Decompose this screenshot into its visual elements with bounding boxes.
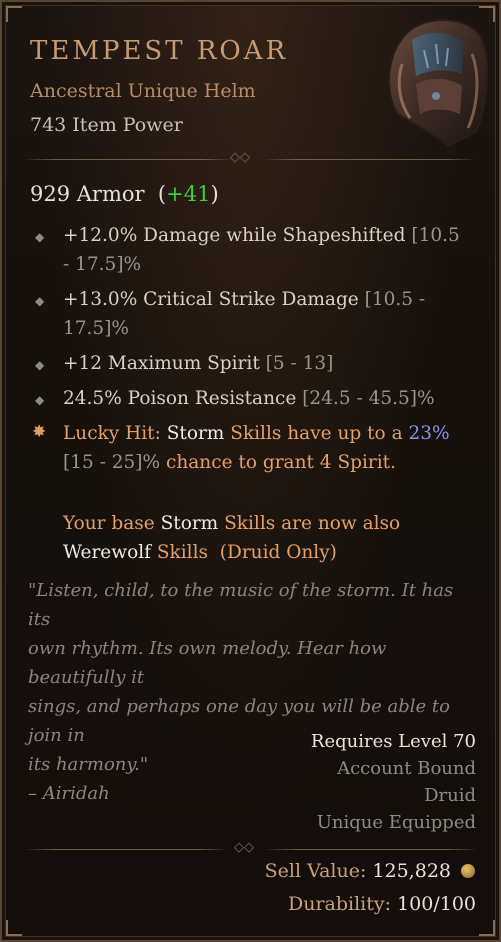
affix-line: 24.5% Poison Resistance [24.5 - 45.5]% xyxy=(63,388,435,409)
divider xyxy=(24,849,229,850)
affix-line: +13.0% Critical Strike Damage [10.5 - 17… xyxy=(63,289,426,339)
affix-bullet-icon: ◆ xyxy=(35,358,45,372)
divider-ornament: ◇◇ xyxy=(234,840,254,855)
affix-line: +12 Maximum Spirit [5 - 13] xyxy=(63,353,334,374)
armor-stat: 929 Armor (+41) xyxy=(30,182,219,206)
armor-value: 929 Armor xyxy=(30,182,145,206)
armor-bonus: +41 xyxy=(166,182,211,206)
durability: Durability: 100/100 xyxy=(287,893,476,915)
affix-bullet-icon: ◆ xyxy=(35,294,45,308)
account-bound: Account Bound xyxy=(337,758,476,779)
item-type: Ancestral Unique Helm xyxy=(30,80,256,102)
sell-value: Sell Value: 125,828 xyxy=(264,860,451,882)
flavor-author: – Airidah xyxy=(28,783,110,804)
helm-icon xyxy=(388,19,489,148)
unique-aspect-icon: ✸ xyxy=(32,422,47,442)
item-tooltip: Tempest Roar Ancestral Unique Helm 743 I… xyxy=(0,0,501,942)
unique-aspect: Lucky Hit: Storm Skills have up to a 23%… xyxy=(63,423,450,473)
class-requirement: Druid xyxy=(424,785,476,806)
divider xyxy=(24,159,234,160)
gold-coin-icon xyxy=(461,864,475,878)
item-name: Tempest Roar xyxy=(30,36,289,66)
frame-corner xyxy=(6,6,22,22)
affix-bullet-icon: ◆ xyxy=(35,230,45,244)
unique-equipped: Unique Equipped xyxy=(316,812,476,833)
affix-bullet-icon: ◆ xyxy=(35,393,45,407)
divider xyxy=(262,159,477,160)
affix-line: +12.0% Damage while Shapeshifted [10.5 -… xyxy=(63,225,460,275)
frame-corner xyxy=(6,920,22,936)
frame-corner xyxy=(479,920,495,936)
item-power: 743 Item Power xyxy=(30,114,183,136)
unique-aspect-secondary: Your base Storm Skills are now also Were… xyxy=(63,513,401,563)
divider-ornament: ◇◇ xyxy=(230,150,250,165)
divider xyxy=(264,849,479,850)
required-level: Requires Level 70 xyxy=(310,731,476,752)
